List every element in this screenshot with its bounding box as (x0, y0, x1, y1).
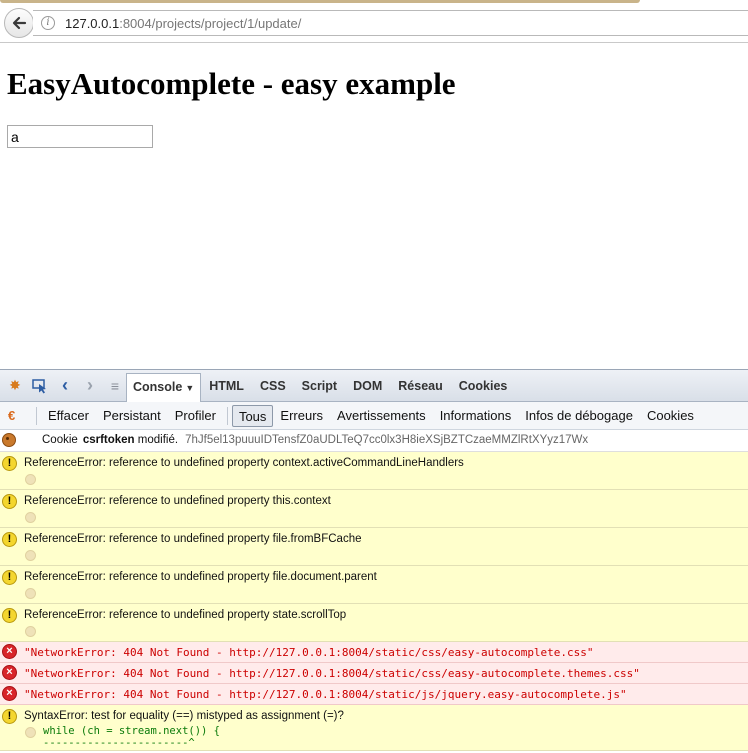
firebug-toolbar: ✸ ‹ › ≡ Console ▼ HTML CSS Script DOM Rés… (0, 370, 748, 402)
cookie-name[interactable]: csrftoken (83, 434, 135, 446)
syntax-error-code: while (ch = stream.next()) { (43, 725, 221, 737)
error-message[interactable]: "NetworkError: 404 Not Found - http://12… (24, 646, 594, 659)
back-button[interactable] (4, 8, 34, 38)
url-host: 127.0.0.1 (65, 15, 120, 31)
firebug-panel: ✸ ‹ › ≡ Console ▼ HTML CSS Script DOM Rés… (0, 369, 748, 753)
cookie-icon (2, 433, 16, 447)
log-warning-row[interactable]: ! ReferenceError: reference to undefined… (0, 452, 748, 490)
tab-reseau[interactable]: Réseau (390, 370, 450, 402)
expand-icon[interactable] (25, 550, 36, 561)
tab-console-label: Console (133, 379, 183, 394)
error-icon: × (2, 644, 17, 659)
expand-icon[interactable] (25, 588, 36, 599)
cookie-log-text: Cookie csrftoken modifié. 7hJf5el13puuuIDT… (42, 434, 588, 446)
chevron-down-icon: ▼ (185, 382, 195, 393)
error-message[interactable]: "NetworkError: 404 Not Found - http://12… (24, 667, 640, 680)
log-error-row[interactable]: × "NetworkError: 404 Not Found - http://… (0, 684, 748, 705)
warning-icon: ! (2, 608, 17, 623)
cookie-log-row[interactable]: Cookie csrftoken modifié. 7hJf5el13puuuIDT… (0, 430, 748, 452)
profiler-button[interactable]: Profiler (168, 405, 223, 427)
warning-message: ReferenceError: reference to undefined p… (24, 533, 362, 545)
clear-console-icon[interactable]: € (8, 408, 22, 424)
separator (36, 406, 37, 425)
filter-tous[interactable]: Tous (231, 404, 274, 427)
log-warning-row[interactable]: ! ReferenceError: reference to undefined… (0, 528, 748, 566)
console-filter-bar: € Effacer Persistant Profiler Tous Erreu… (0, 402, 748, 430)
expand-icon[interactable] (25, 474, 36, 485)
separator (226, 406, 228, 425)
expand-icon[interactable] (25, 626, 36, 637)
info-icon[interactable]: i (41, 16, 55, 30)
syntax-error-message: SyntaxError: test for equality (==) mist… (24, 710, 344, 722)
warning-icon: ! (2, 532, 17, 547)
forward-nav-icon[interactable]: › (79, 375, 101, 397)
filter-infos-debogage[interactable]: Infos de débogage (518, 405, 640, 427)
error-message[interactable]: "NetworkError: 404 Not Found - http://12… (24, 688, 627, 701)
log-error-row[interactable]: × "NetworkError: 404 Not Found - http://… (0, 642, 748, 663)
warning-message: ReferenceError: reference to undefined p… (24, 457, 464, 469)
autocomplete-input[interactable] (7, 125, 153, 148)
log-warning-row[interactable]: ! ReferenceError: reference to undefined… (0, 566, 748, 604)
firebug-bug-icon[interactable]: ✸ (4, 375, 26, 397)
url-bar[interactable]: i 127.0.0.1:8004/projects/project/1/upda… (33, 10, 748, 36)
persistant-button[interactable]: Persistant (96, 405, 168, 427)
warning-icon: ! (2, 456, 17, 471)
log-error-row[interactable]: × "NetworkError: 404 Not Found - http://… (0, 663, 748, 684)
syntax-error-pointer: -----------------------^ (43, 737, 195, 749)
tab-console[interactable]: Console ▼ (126, 372, 202, 402)
log-warning-row[interactable]: ! ReferenceError: reference to undefined… (0, 604, 748, 642)
warning-icon: ! (2, 709, 17, 724)
warning-icon: ! (2, 494, 17, 509)
cookie-value: 7hJf5el13puuuIDTensfZ0aUDLTeQ7cc0lx3H8ie… (185, 434, 589, 446)
warning-message: ReferenceError: reference to undefined p… (24, 495, 331, 507)
effacer-button[interactable]: Effacer (41, 405, 96, 427)
back-nav-icon[interactable]: ‹ (54, 375, 76, 397)
back-arrow-icon (12, 16, 27, 30)
log-warning-row[interactable]: ! ReferenceError: reference to undefined… (0, 490, 748, 528)
warning-message: ReferenceError: reference to undefined p… (24, 609, 347, 621)
filter-informations[interactable]: Informations (433, 405, 519, 427)
tab-cookies[interactable]: Cookies (451, 370, 516, 402)
filter-cookies[interactable]: Cookies (640, 405, 701, 427)
warning-icon: ! (2, 570, 17, 585)
expand-icon[interactable] (25, 512, 36, 523)
tab-html[interactable]: HTML (201, 370, 252, 402)
error-icon: × (2, 665, 17, 680)
tab-dom[interactable]: DOM (345, 370, 390, 402)
url-path: :8004/projects/project/1/update/ (119, 15, 302, 31)
log-syntax-error-row[interactable]: ! SyntaxError: test for equality (==) mi… (0, 705, 748, 751)
tab-script[interactable]: Script (294, 370, 345, 402)
warning-message: ReferenceError: reference to undefined p… (24, 571, 377, 583)
expand-icon[interactable] (25, 727, 36, 738)
filter-avertissements[interactable]: Avertissements (330, 405, 433, 427)
command-list-icon[interactable]: ≡ (104, 375, 126, 397)
navigation-bar: i 127.0.0.1:8004/projects/project/1/upda… (0, 3, 748, 43)
page-title: EasyAutocomplete - easy example (7, 66, 456, 101)
filter-erreurs[interactable]: Erreurs (273, 405, 330, 427)
cursor-box-icon (32, 378, 46, 393)
inspect-element-icon[interactable] (29, 375, 51, 397)
cookie-action: modifié. (137, 434, 179, 446)
url-text[interactable]: 127.0.0.1:8004/projects/project/1/update… (65, 16, 301, 31)
cookie-prefix: Cookie (42, 434, 78, 446)
error-icon: × (2, 686, 17, 701)
tab-css[interactable]: CSS (252, 370, 294, 402)
console-log: Cookie csrftoken modifié. 7hJf5el13puuuIDT… (0, 430, 748, 751)
